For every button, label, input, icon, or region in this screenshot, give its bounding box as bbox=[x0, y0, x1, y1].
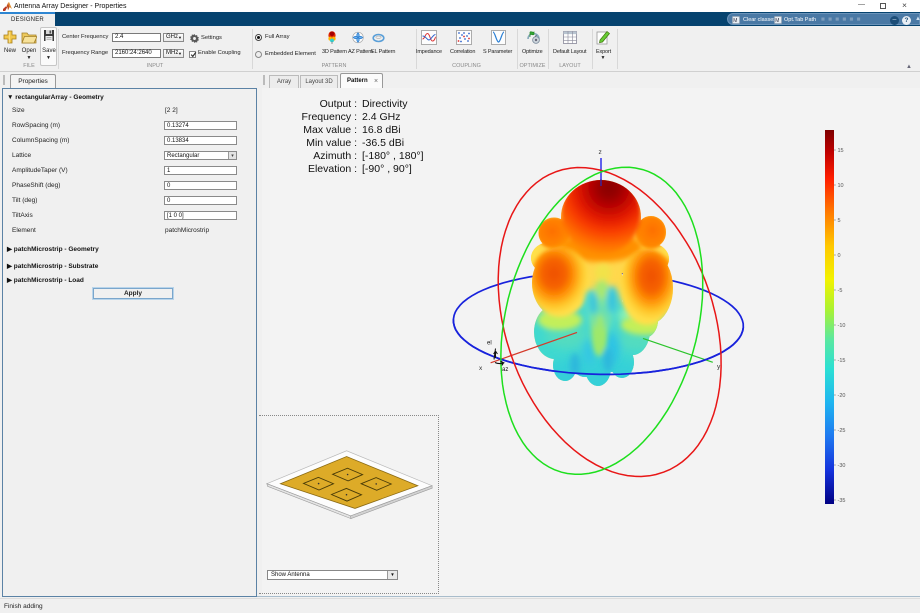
svg-text:z: z bbox=[599, 149, 602, 156]
svg-text:M: M bbox=[775, 18, 779, 24]
svg-text:M: M bbox=[733, 18, 737, 24]
svg-text:el: el bbox=[487, 341, 492, 347]
svg-text:az: az bbox=[502, 367, 508, 373]
svg-text:-10: -10 bbox=[838, 323, 846, 329]
svg-text:-30: -30 bbox=[838, 463, 846, 469]
svg-text:15: 15 bbox=[838, 148, 844, 154]
svg-text:0: 0 bbox=[838, 253, 841, 259]
svg-text:-35: -35 bbox=[838, 498, 846, 504]
svg-text:5: 5 bbox=[838, 218, 841, 224]
svg-text:10: 10 bbox=[838, 183, 844, 189]
svg-text:-15: -15 bbox=[838, 358, 846, 364]
svg-text:-20: -20 bbox=[838, 393, 846, 399]
svg-text:-5: -5 bbox=[838, 288, 843, 294]
svg-text:x: x bbox=[479, 365, 483, 372]
svg-text:-25: -25 bbox=[838, 428, 846, 434]
